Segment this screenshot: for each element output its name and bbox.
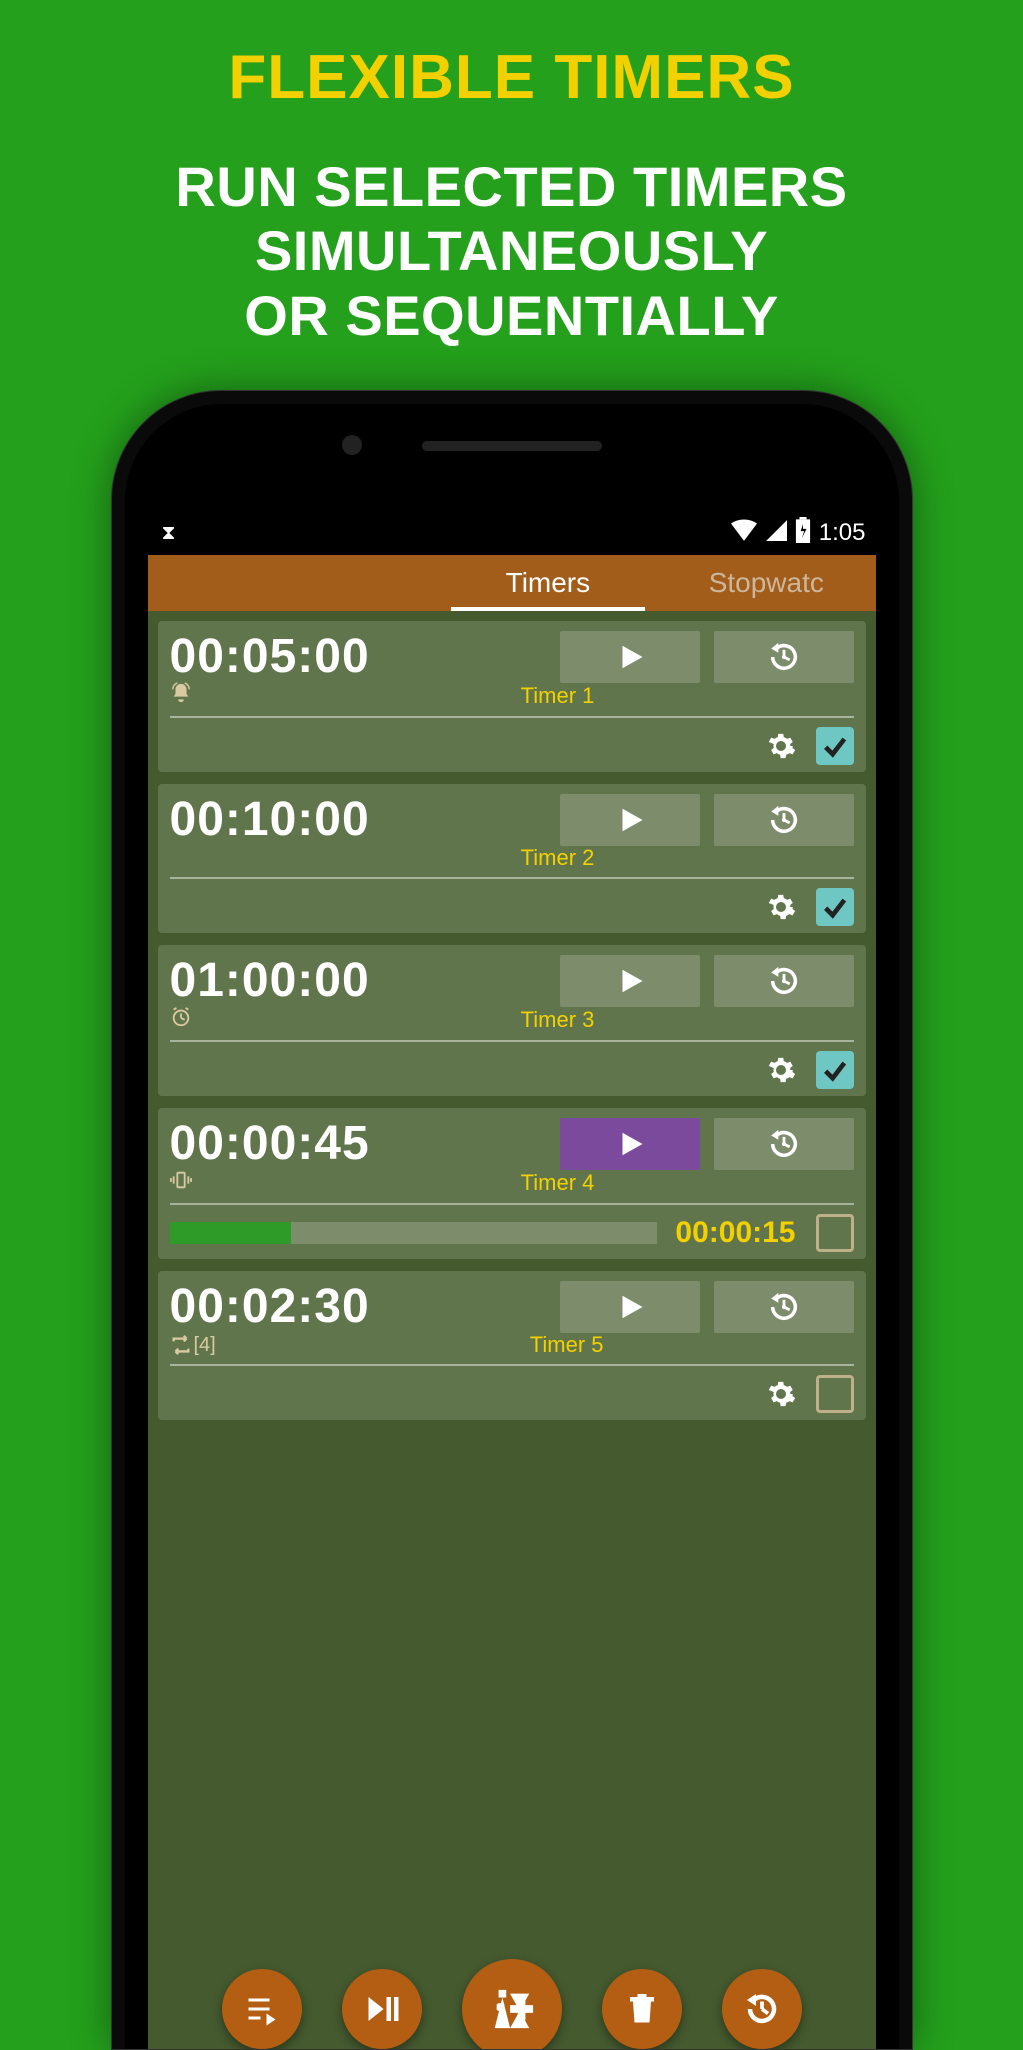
phone-speaker [422,441,602,451]
reset-button[interactable] [714,631,854,683]
reset-icon [767,1290,801,1324]
play-icon [615,1292,645,1322]
reset-icon [767,1127,801,1161]
promo-subtitle: RUN SELECTED TIMERS SIMULTANEOUSLY OR SE… [0,155,1023,348]
timer-card[interactable]: 00:05:00 Timer 1 [158,621,866,772]
signal-icon [765,519,787,547]
play-pause-icon [364,1991,400,2027]
wifi-icon [731,519,757,547]
bell-icon [170,682,192,710]
phone-screen: ⧗ 1:05 Timers Stopwatc [148,511,876,2049]
check-icon [821,732,849,760]
gear-icon [766,892,796,922]
timer-list[interactable]: 00:05:00 Timer 1 [148,611,876,2049]
gear-icon [766,731,796,761]
select-checkbox[interactable] [816,727,854,765]
battery-icon [795,517,811,549]
reset-icon [767,803,801,837]
timer-card[interactable]: 00:10:00 Timer 2 [158,784,866,933]
fab-bar [148,1959,876,2049]
settings-button[interactable] [766,1379,796,1409]
reset-button[interactable] [714,1118,854,1170]
timer-value[interactable]: 00:02:30 [170,1279,546,1334]
promo-title: FLEXIBLE TIMERS [0,0,1023,113]
settings-button[interactable] [766,731,796,761]
add-timer-button[interactable] [462,1959,562,2049]
gear-icon [766,1379,796,1409]
timer-value[interactable]: 01:00:00 [170,953,546,1008]
timer-label: Timer 5 [248,1332,876,1358]
separator [170,877,854,879]
history-icon [744,1991,780,2027]
select-checkbox[interactable] [816,888,854,926]
history-button[interactable] [722,1969,802,2049]
phone-camera [342,435,362,455]
timer-label: Timer 1 [230,683,876,709]
hourglass-icon: ⧗ [162,522,176,545]
phone-frame: ⧗ 1:05 Timers Stopwatc [111,390,913,2050]
play-icon [615,1129,645,1159]
timer-label: Timer 3 [230,1007,876,1033]
elapsed-time: 00:00:15 [675,1216,795,1250]
repeat-count: [4] [194,1334,216,1357]
trash-icon [624,1991,660,2027]
play-button[interactable] [560,1118,700,1170]
status-time: 1:05 [819,519,866,547]
play-icon [615,805,645,835]
add-timer-icon [489,1986,535,2032]
timer-value[interactable]: 00:10:00 [170,792,546,847]
play-button[interactable] [560,794,700,846]
timer-card[interactable]: 00:00:45 Timer 4 [158,1108,866,1259]
separator [170,1364,854,1366]
tab-bar: Timers Stopwatc [148,555,876,611]
reset-icon [767,640,801,674]
timer-label: Timer 2 [230,845,876,871]
reset-icon [767,964,801,998]
repeat-icon: [4] [170,1334,216,1357]
progress-bar [170,1222,658,1244]
check-icon [821,893,849,921]
timer-value[interactable]: 00:05:00 [170,629,546,684]
check-icon [821,1056,849,1084]
settings-button[interactable] [766,1055,796,1085]
play-icon [615,642,645,672]
alarm-clock-icon [170,1006,192,1034]
timer-card[interactable]: 00:02:30 [4] Timer 5 [158,1271,866,1420]
progress-fill [170,1222,292,1244]
play-pause-button[interactable] [342,1969,422,2049]
vibrate-icon [170,1169,192,1197]
separator [170,716,854,718]
select-checkbox[interactable] [816,1051,854,1089]
play-button[interactable] [560,1281,700,1333]
tab-timers[interactable]: Timers [439,555,657,611]
play-button[interactable] [560,631,700,683]
separator [170,1203,854,1205]
delete-button[interactable] [602,1969,682,2049]
timer-label: Timer 4 [230,1170,876,1196]
status-bar: ⧗ 1:05 [148,511,876,555]
timer-card[interactable]: 01:00:00 Timer 3 [158,945,866,1096]
select-checkbox[interactable] [816,1214,854,1252]
play-icon [615,966,645,996]
tab-stopwatch[interactable]: Stopwatc [657,555,875,611]
play-button[interactable] [560,955,700,1007]
reset-button[interactable] [714,794,854,846]
queue-icon [244,1991,280,2027]
separator [170,1040,854,1042]
select-checkbox[interactable] [816,1375,854,1413]
gear-icon [766,1055,796,1085]
settings-button[interactable] [766,892,796,922]
reset-button[interactable] [714,955,854,1007]
timer-value[interactable]: 00:00:45 [170,1116,546,1171]
queue-button[interactable] [222,1969,302,2049]
reset-button[interactable] [714,1281,854,1333]
